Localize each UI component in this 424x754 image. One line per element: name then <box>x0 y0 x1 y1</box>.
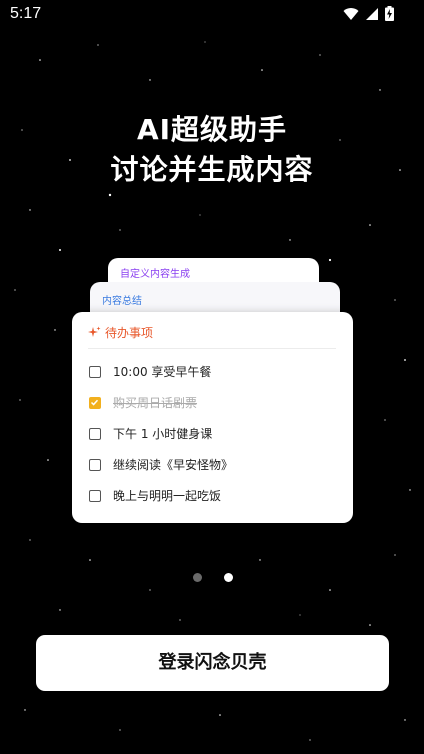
status-bar: 5:17 <box>0 0 424 30</box>
divider <box>88 348 336 349</box>
hero-title-line1: AI超级助手 <box>136 113 288 146</box>
login-button[interactable]: 登录闪念贝壳 <box>36 635 389 691</box>
card-todo-header: 待办事项 <box>88 324 153 341</box>
checkbox-unchecked-icon <box>89 365 101 378</box>
todo-item: 晚上与明明一起吃饭 <box>89 487 221 504</box>
checkbox-unchecked-icon <box>89 427 101 440</box>
card-todo-title: 待办事项 <box>105 326 154 340</box>
page-indicator <box>193 573 233 582</box>
card-custom-content-title: 自定义内容生成 <box>120 269 190 280</box>
todo-text: 10:00 享受早午餐 <box>113 365 212 379</box>
sparkle-icon <box>88 326 101 337</box>
todo-text: 继续阅读《早安怪物》 <box>113 458 234 472</box>
page-dot-1[interactable] <box>193 573 202 582</box>
todo-item: 购买周日话剧票 <box>89 394 197 411</box>
page-dot-2-active[interactable] <box>224 573 233 582</box>
card-content-summary-title: 内容总结 <box>102 296 142 307</box>
todo-text: 下午 1 小时健身课 <box>113 427 213 441</box>
status-time: 5:17 <box>10 5 42 22</box>
hero-title-line2: 讨论并生成内容 <box>110 153 314 186</box>
todo-text: 晚上与明明一起吃饭 <box>113 489 222 503</box>
todo-text: 购买周日话剧票 <box>113 396 198 410</box>
checkbox-unchecked-icon <box>89 458 101 471</box>
wifi-icon <box>343 7 359 20</box>
battery-charging-icon <box>385 6 394 21</box>
todo-item: 继续阅读《早安怪物》 <box>89 456 233 473</box>
todo-item: 10:00 享受早午餐 <box>89 363 211 380</box>
status-icons <box>343 6 394 21</box>
checkbox-checked-icon <box>89 396 101 409</box>
signal-icon <box>366 7 378 20</box>
card-todo: 待办事项 10:00 享受早午餐 购买周日话剧票 下午 1 小时健身课 继续阅读… <box>72 312 353 523</box>
checkbox-unchecked-icon <box>89 489 101 502</box>
todo-item: 下午 1 小时健身课 <box>89 425 212 442</box>
